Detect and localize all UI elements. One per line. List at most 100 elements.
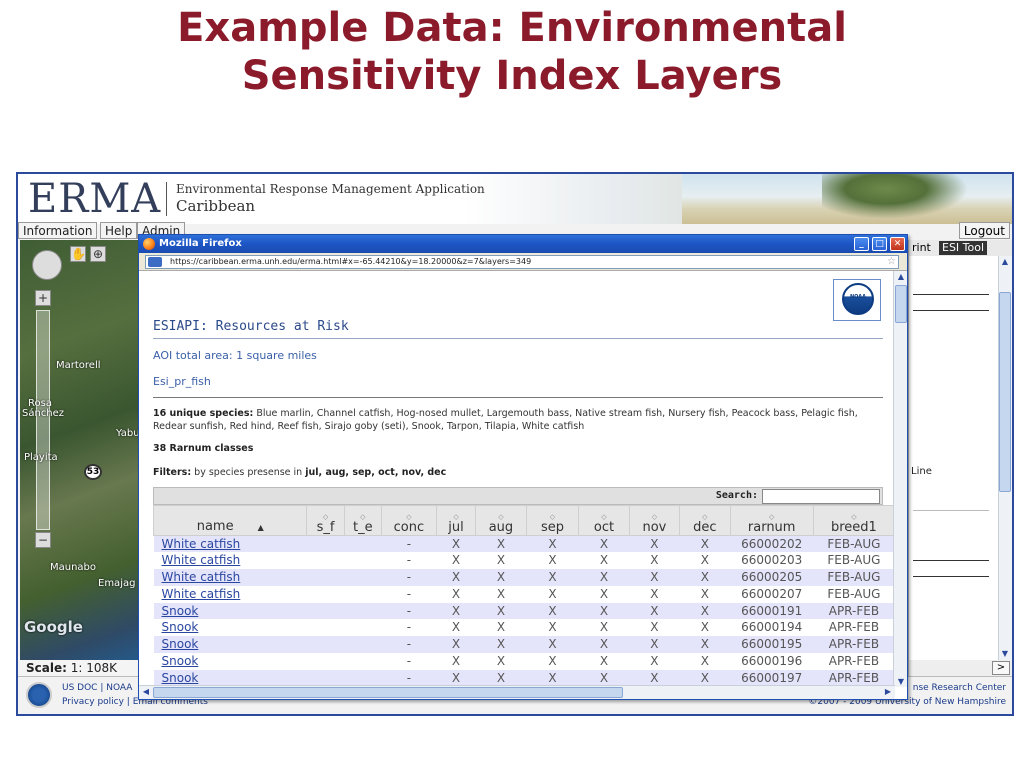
column-header-nov[interactable]: ◇ nov (628, 505, 681, 536)
panel-divider (913, 560, 989, 561)
pan-control-icon[interactable] (32, 250, 62, 280)
cell-sep: X (526, 552, 579, 570)
cell-oct: X (578, 636, 630, 654)
panel-divider (913, 510, 989, 511)
species-link[interactable]: Snook (153, 653, 307, 670)
logo-divider (166, 182, 167, 216)
zoom-tool-icon[interactable]: ⊕ (90, 246, 106, 262)
zoom-out-icon[interactable]: − (35, 532, 51, 548)
site-identity-icon[interactable] (148, 257, 162, 267)
cell-dec: X (679, 636, 731, 654)
column-header-sep[interactable]: ◇ sep (525, 505, 580, 536)
column-header-aug[interactable]: ◇ aug (475, 505, 527, 536)
cell-s-f (306, 585, 345, 603)
footer-center-credit: nse Research Center (912, 683, 1006, 693)
menu-help[interactable]: Help (100, 222, 138, 239)
cell-jul: X (436, 552, 476, 570)
column-header-label: aug (488, 520, 514, 535)
column-header-jul[interactable]: ◇ jul (435, 505, 477, 536)
column-header-conc[interactable]: ◇ conc (380, 505, 437, 536)
footer-doc-links[interactable]: US DOC | NOAA (62, 683, 132, 693)
bookmark-star-icon[interactable]: ☆ (887, 256, 896, 268)
erma-region: Caribbean (176, 197, 256, 215)
url-field[interactable]: https://caribbean.erma.unh.edu/erma.html… (145, 255, 899, 269)
cell-oct: X (578, 653, 630, 670)
species-link[interactable]: Snook (153, 602, 307, 620)
scroll-right-icon[interactable]: ▶ (882, 687, 894, 696)
column-header-oct[interactable]: ◇ oct (578, 505, 630, 536)
panel-scrollbar[interactable]: ▲ ▼ (998, 256, 1012, 660)
scroll-up-icon[interactable]: ▲ (999, 256, 1011, 268)
cell-sep: X (526, 569, 579, 586)
scroll-down-icon[interactable]: ▼ (999, 648, 1011, 660)
tab-print[interactable]: rint (909, 241, 934, 255)
map-label-sanchez: Sánchez (22, 408, 65, 419)
column-header-s-f[interactable]: ◇ s_f (306, 505, 345, 536)
scroll-left-icon[interactable]: ◀ (140, 687, 152, 696)
slide-title-line1: Example Data: Environmental (177, 5, 847, 51)
column-header-dec[interactable]: ◇ dec (679, 505, 731, 536)
cell-rarnum: 66000191 (730, 602, 814, 620)
cell-conc: - (381, 636, 437, 654)
species-table: name ▲ ◇ s_f ◇ t_e ◇ conc ◇ jul ◇ aug ◇ sep ◇ oct ◇ nov ◇ d… (152, 505, 895, 687)
scroll-thumb[interactable] (999, 292, 1011, 492)
section-divider (153, 397, 883, 398)
cell-conc: - (381, 569, 437, 586)
scroll-down-icon[interactable]: ▼ (895, 677, 907, 686)
vertical-scroll-thumb[interactable] (895, 285, 907, 323)
column-header-t-e[interactable]: ◇ t_e (343, 505, 382, 536)
table-row: Snook - X X X X X X 66000196 APR-FEB (153, 653, 895, 670)
species-link[interactable]: Snook (153, 619, 307, 637)
species-link[interactable]: Snook (153, 636, 307, 654)
cell-breed1: APR-FEB (813, 653, 895, 670)
cell-conc: - (381, 552, 437, 570)
table-search-bar: Search: (153, 487, 883, 505)
column-header-name[interactable]: name ▲ (152, 505, 308, 536)
horizontal-scroll-thumb[interactable] (153, 687, 623, 698)
map-view[interactable]: ✋ ⊕ + − Martorell Rosa Sánchez Yabuc Pla… (20, 240, 145, 660)
column-header-label: conc (393, 520, 425, 535)
url-text: https://caribbean.erma.unh.edu/erma.html… (170, 257, 532, 266)
species-link[interactable]: White catfish (153, 535, 307, 553)
cell-rarnum: 66000203 (730, 552, 814, 570)
cell-dec: X (679, 619, 731, 637)
species-link[interactable]: White catfish (153, 552, 307, 570)
menu-information[interactable]: Information (18, 222, 98, 239)
cell-t-e (344, 653, 382, 670)
hand-tool-icon[interactable]: ✋ (70, 246, 86, 262)
cell-breed1: APR-FEB (813, 619, 895, 637)
rarnum-classes: 38 Rarnum classes (153, 443, 254, 454)
table-row: Snook - X X X X X X 66000194 APR-FEB (153, 619, 895, 637)
table-row: Snook - X X X X X X 66000191 APR-FEB (153, 602, 895, 620)
table-row: Snook - X X X X X X 66000195 APR-FEB (153, 636, 895, 654)
popup-horizontal-scrollbar[interactable]: ◀ ▶ (139, 685, 895, 699)
cell-s-f (306, 636, 345, 654)
cell-oct: X (578, 535, 630, 553)
column-header-breed1[interactable]: ◇ breed1 (812, 505, 895, 536)
slide-title: Example Data: Environmental Sensitivity … (0, 0, 1024, 100)
panel-next-button[interactable]: > (992, 661, 1010, 675)
scroll-up-icon[interactable]: ▲ (895, 272, 907, 281)
firefox-titlebar[interactable]: Mozilla Firefox _ □ ✕ (139, 235, 907, 253)
minimize-icon[interactable]: _ (854, 237, 869, 251)
species-link[interactable]: White catfish (153, 585, 307, 603)
cell-nov: X (629, 535, 680, 553)
column-header-rarnum[interactable]: ◇ rarnum (729, 505, 814, 536)
zoom-in-icon[interactable]: + (35, 290, 51, 306)
cell-rarnum: 66000195 (730, 636, 814, 654)
logout-button[interactable]: Logout (958, 222, 1010, 239)
filters-months: jul, aug, sep, oct, nov, dec (305, 467, 447, 478)
cell-aug: X (475, 535, 527, 553)
maximize-icon[interactable]: □ (872, 237, 887, 251)
close-icon[interactable]: ✕ (890, 237, 905, 251)
right-panel-tabs: rint ESI Tool (909, 240, 1012, 256)
cell-sep: X (526, 653, 579, 670)
popup-vertical-scrollbar[interactable]: ▲ ▼ (893, 271, 907, 687)
species-link[interactable]: White catfish (153, 569, 307, 586)
search-input[interactable] (762, 489, 880, 504)
tab-esi-tool[interactable]: ESI Tool (939, 241, 988, 255)
panel-bottom-bar: > (909, 660, 1012, 676)
zoom-slider[interactable] (36, 310, 50, 530)
column-header-label: sep (540, 520, 564, 535)
map-label-martorell: Martorell (56, 360, 101, 371)
